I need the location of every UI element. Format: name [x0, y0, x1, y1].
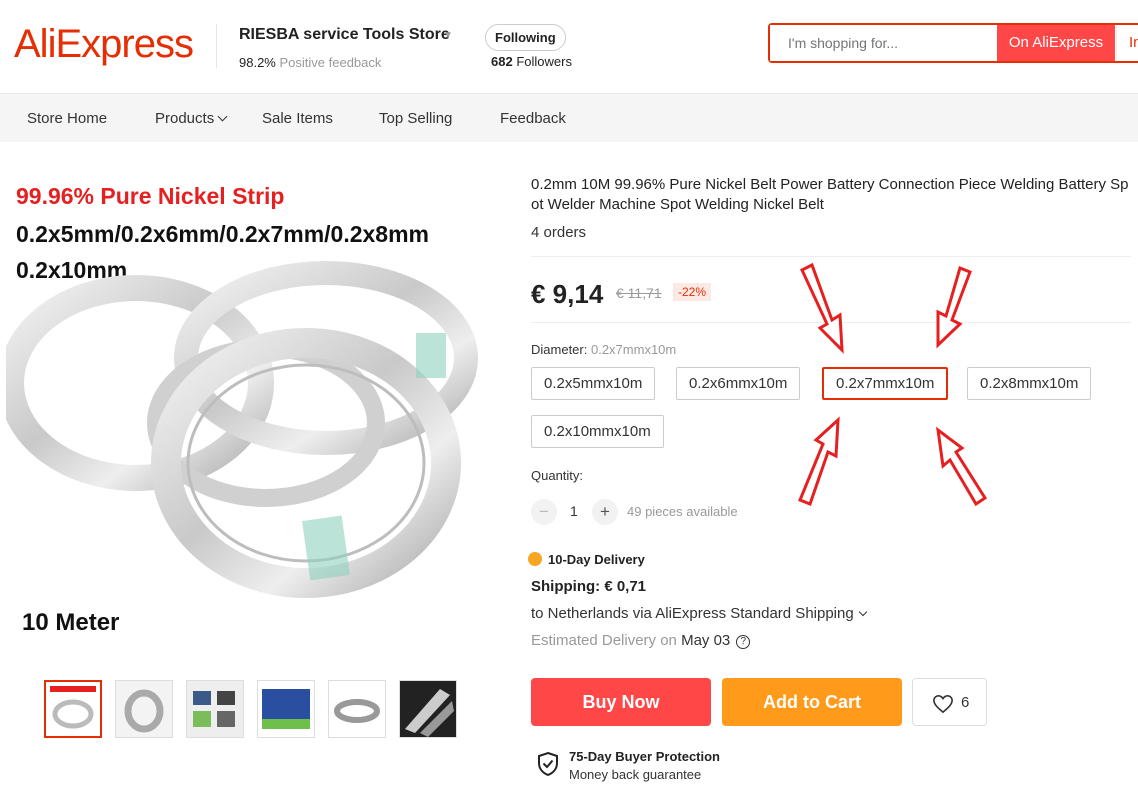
- separator: [531, 256, 1131, 257]
- quantity-label: Quantity:: [531, 468, 584, 483]
- shipping-cost: Shipping: € 0,71: [531, 578, 647, 595]
- followers-number: 682: [491, 54, 513, 69]
- estimated-delivery-date: May 03: [681, 632, 731, 649]
- thumbnail-4[interactable]: [257, 680, 315, 738]
- nav-top-selling[interactable]: Top Selling: [379, 110, 452, 127]
- followers-label: Followers: [516, 54, 572, 69]
- delivery-badge-text: 10-Day Delivery: [548, 552, 645, 567]
- buyer-protection-subtitle: Money back guarantee: [569, 767, 702, 782]
- chevron-down-icon: [217, 111, 228, 122]
- thumbnail-3[interactable]: [186, 680, 244, 738]
- nav-store-home[interactable]: Store Home: [27, 110, 107, 127]
- pieces-available: 49 pieces available: [627, 504, 738, 519]
- heart-icon: [933, 694, 953, 714]
- quantity-value[interactable]: 1: [570, 503, 578, 519]
- buyer-protection-title: 75-Day Buyer Protection: [569, 749, 720, 764]
- thumbnail-1-image: [46, 682, 100, 736]
- store-nav: Store Home Products Sale Items Top Selli…: [0, 94, 1138, 142]
- thumbnail-4-image: [258, 681, 314, 737]
- nav-products[interactable]: Products: [155, 110, 228, 127]
- delivery-badge: 10-Day Delivery: [528, 550, 645, 567]
- search-in-store-button[interactable]: In: [1116, 25, 1138, 61]
- sku-option-0-2x6mm[interactable]: 0.2x6mmx10m: [676, 367, 801, 400]
- delivery-icon: [528, 552, 542, 566]
- estimated-delivery-label: Estimated Delivery on: [531, 632, 677, 649]
- thumbnail-2[interactable]: [115, 680, 173, 738]
- search-on-aliexpress-button[interactable]: On AliExpress: [997, 25, 1115, 61]
- quantity-increase-button[interactable]: +: [592, 499, 618, 525]
- diameter-selected: 0.2x7mmx10m: [590, 342, 677, 357]
- store-caret-icon[interactable]: ▼: [443, 30, 453, 41]
- discount-badge: -22%: [673, 283, 712, 301]
- feedback-label: Positive feedback: [279, 55, 382, 70]
- estimated-delivery: Estimated Delivery on May 03?: [531, 632, 751, 650]
- search-input[interactable]: [770, 25, 997, 61]
- thumbnail-1[interactable]: [44, 680, 102, 738]
- wishlist-count: 6: [961, 694, 970, 711]
- header: AliExpress RIESBA service Tools Store ▼ …: [0, 0, 1138, 94]
- thumbnail-3-image: [187, 681, 243, 737]
- add-to-cart-button[interactable]: Add to Cart: [722, 678, 902, 726]
- nav-products-label: Products: [155, 110, 215, 127]
- nav-feedback[interactable]: Feedback: [500, 110, 566, 127]
- sku-option-0-2x10mm[interactable]: 0.2x10mmx10m: [531, 415, 664, 448]
- product-main-image[interactable]: 99.96% Pure Nickel Strip 0.2x5mm/0.2x6mm…: [6, 163, 496, 663]
- shipping-method-text: to Netherlands via AliExpress Standard S…: [531, 605, 854, 622]
- nav-sale-items[interactable]: Sale Items: [262, 110, 333, 127]
- following-button[interactable]: Following: [485, 24, 566, 51]
- sku-option-0-2x5mm[interactable]: 0.2x5mmx10m: [531, 367, 656, 400]
- feedback-pct: 98.2%: [239, 55, 276, 70]
- separator: [531, 322, 1131, 323]
- thumbnail-6[interactable]: [399, 680, 457, 738]
- thumbnail-6-image: [400, 681, 456, 737]
- help-icon[interactable]: ?: [736, 635, 751, 649]
- sku-option-0-2x8mm[interactable]: 0.2x8mmx10m: [967, 367, 1092, 400]
- nickel-rings-illustration: [6, 261, 478, 598]
- diameter-label: Diameter: 0.2x7mmx10m: [531, 342, 676, 357]
- thumbnail-2-image: [116, 681, 172, 737]
- aliexpress-logo[interactable]: AliExpress: [14, 22, 194, 67]
- quantity-decrease-button[interactable]: −: [531, 499, 557, 525]
- header-divider: [216, 24, 217, 68]
- thumbnail-5-image: [329, 681, 385, 737]
- sku-option-0-2x7mm[interactable]: 0.2x7mmx10m: [822, 367, 949, 400]
- product-title: 0.2mm 10M 99.96% Pure Nickel Belt Power …: [531, 176, 1129, 213]
- chevron-down-icon: [858, 607, 867, 617]
- orders-count: 4 orders: [531, 224, 587, 241]
- store-name[interactable]: RIESBA service Tools Store: [239, 26, 450, 44]
- diameter-label-text: Diameter:: [531, 342, 588, 357]
- store-feedback: 98.2% Positive feedback: [239, 55, 381, 70]
- image-label-length: 10 Meter: [22, 609, 120, 636]
- current-price: € 9,14: [531, 279, 604, 309]
- wishlist-button[interactable]: 6: [912, 678, 987, 726]
- thumbnail-5[interactable]: [328, 680, 386, 738]
- buy-now-button[interactable]: Buy Now: [531, 678, 711, 726]
- original-price: € 11,71: [616, 285, 662, 301]
- followers-count: 682 Followers: [491, 54, 572, 69]
- shield-icon: [538, 751, 558, 777]
- shipping-method[interactable]: to Netherlands via AliExpress Standard S…: [531, 605, 867, 622]
